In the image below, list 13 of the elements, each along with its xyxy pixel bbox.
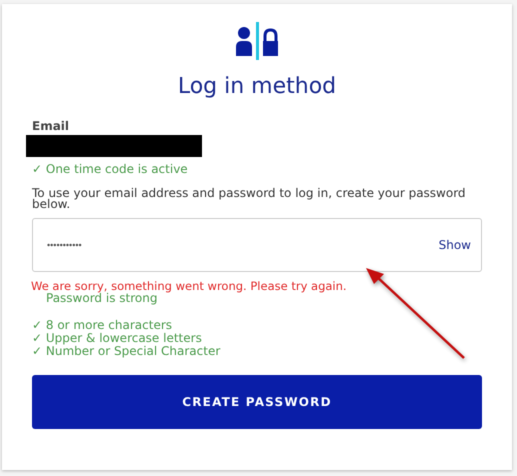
requirement-item: ✓ Upper & lowercase letters bbox=[32, 332, 203, 345]
requirement-item: ✓ Number or Special Character bbox=[32, 345, 222, 358]
email-label: Email bbox=[32, 119, 70, 133]
page-title: Log in method bbox=[178, 74, 336, 99]
error-message: We are sorry, something went wrong. Please try again. bbox=[31, 280, 348, 292]
requirement-item: ✓ 8 or more characters bbox=[32, 319, 174, 332]
instruction-text: To use your email address and password to log in, create your password below. bbox=[32, 188, 467, 210]
strength-message: Password is strong bbox=[46, 292, 158, 305]
create-password-button[interactable]: CREATE PASSWORD bbox=[32, 375, 482, 429]
password-field[interactable]: ••••••••••• Show bbox=[32, 218, 482, 272]
person-lock-icon bbox=[235, 22, 279, 60]
status-message: ✓ One time code is active bbox=[32, 162, 189, 176]
show-password-link[interactable]: Show bbox=[438, 238, 471, 252]
